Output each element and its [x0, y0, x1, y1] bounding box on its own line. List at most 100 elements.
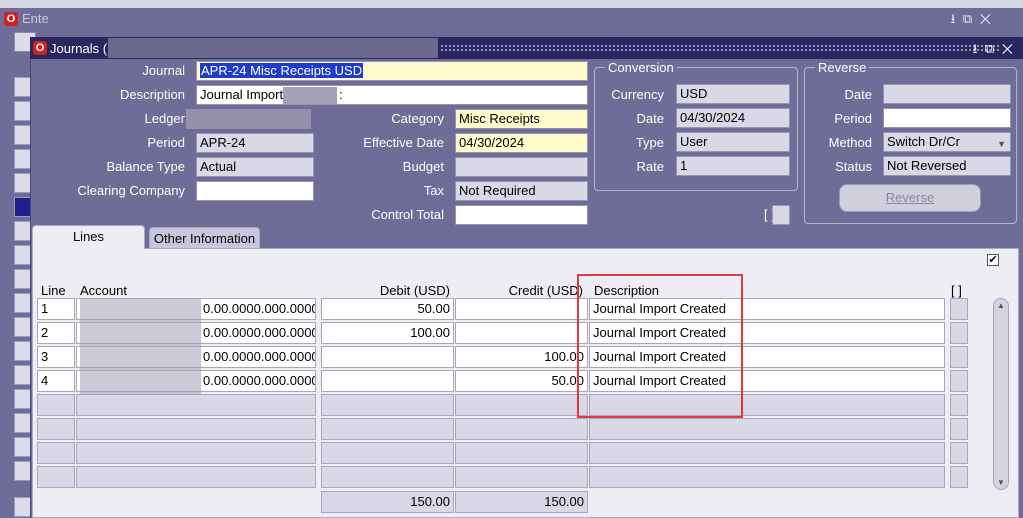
cell-flex[interactable] — [950, 394, 968, 416]
scroll-up-icon[interactable]: ▲ — [997, 301, 1005, 310]
effective-date-field[interactable]: 04/30/2024 — [455, 133, 588, 153]
window-controls[interactable]: ⭳ ⧉ ✕ — [973, 40, 1015, 62]
rail-tab[interactable] — [14, 437, 30, 457]
reverse-period-field[interactable] — [883, 108, 1011, 128]
outer-window-controls[interactable]: ⭳ ⧉ ✕ — [951, 10, 993, 32]
cell-debit[interactable] — [321, 346, 454, 368]
cell-flex[interactable] — [950, 370, 968, 392]
rail-tab[interactable] — [14, 497, 30, 517]
balance-type-field[interactable]: Actual — [196, 157, 314, 177]
conversion-title: Conversion — [605, 60, 677, 75]
budget-field[interactable] — [455, 157, 588, 177]
cell-flex[interactable] — [950, 346, 968, 368]
rate-field[interactable]: 1 — [676, 156, 790, 176]
cell-line[interactable]: 4 — [37, 370, 75, 392]
lines-checkbox[interactable]: ✔ — [987, 254, 999, 266]
cell-flex[interactable] — [950, 298, 968, 320]
rail-tab[interactable] — [14, 101, 30, 121]
rail-tab[interactable] — [14, 317, 30, 337]
tab-join — [33, 246, 144, 250]
conversion-date-field[interactable]: 04/30/2024 — [676, 108, 790, 128]
rail-tab[interactable] — [14, 413, 30, 433]
cell-credit[interactable] — [455, 298, 588, 320]
cell-description[interactable] — [589, 466, 945, 488]
budget-label: Budget — [402, 159, 444, 174]
cell-flex[interactable] — [950, 322, 968, 344]
cell-line[interactable] — [37, 418, 75, 440]
rail-tab[interactable] — [14, 293, 30, 313]
rail-tab-active[interactable] — [14, 197, 30, 217]
reverse-period-label: Period — [834, 111, 872, 126]
cell-line[interactable] — [37, 394, 75, 416]
status-field[interactable]: Not Reversed — [883, 156, 1011, 176]
cell-credit[interactable] — [455, 466, 588, 488]
cell-credit[interactable] — [455, 418, 588, 440]
cell-flex[interactable] — [950, 442, 968, 464]
cell-account[interactable] — [76, 394, 316, 416]
cell-credit[interactable] — [455, 322, 588, 344]
clearing-company-field[interactable] — [196, 181, 314, 201]
cell-credit[interactable] — [455, 394, 588, 416]
conversion-date-label: Date — [636, 111, 664, 126]
column-header-flex: [ ] — [951, 283, 962, 298]
description-field[interactable]: Journal Import : — [196, 85, 588, 105]
rate-label: Rate — [636, 159, 664, 174]
cell-line[interactable]: 1 — [37, 298, 75, 320]
rail-tab[interactable] — [14, 77, 30, 97]
cell-debit[interactable] — [321, 370, 454, 392]
journal-label: Journal — [142, 63, 185, 78]
rail-tab[interactable] — [14, 269, 30, 289]
lines-scrollbar[interactable]: ▲ ▼ — [993, 298, 1009, 490]
rail-tab[interactable] — [14, 389, 30, 409]
cell-line[interactable] — [37, 442, 75, 464]
cell-credit[interactable]: 100.00 — [455, 346, 588, 368]
cell-debit[interactable] — [321, 394, 454, 416]
reverse-date-field[interactable] — [883, 84, 1011, 104]
period-field[interactable]: APR-24 — [196, 133, 314, 153]
rail-tab[interactable] — [14, 365, 30, 385]
scroll-down-icon[interactable]: ▼ — [997, 478, 1005, 487]
cell-credit[interactable] — [455, 442, 588, 464]
description-label: Description — [119, 87, 185, 102]
redacted-area — [283, 87, 337, 104]
cell-flex[interactable] — [950, 466, 968, 488]
currency-field[interactable]: USD — [676, 84, 790, 104]
cell-flex[interactable] — [950, 418, 968, 440]
cell-debit[interactable] — [321, 418, 454, 440]
cell-line[interactable]: 2 — [37, 322, 75, 344]
control-total-field[interactable] — [455, 205, 588, 225]
rail-tab[interactable] — [14, 461, 30, 481]
cell-credit[interactable]: 50.00 — [455, 370, 588, 392]
rail-tab[interactable] — [14, 245, 30, 265]
cell-account[interactable] — [76, 418, 316, 440]
cell-line[interactable] — [37, 466, 75, 488]
cell-debit[interactable] — [321, 466, 454, 488]
cell-description[interactable] — [589, 418, 945, 440]
control-total-label: Control Total — [371, 207, 444, 222]
type-field[interactable]: User — [676, 132, 790, 152]
cell-account[interactable] — [76, 442, 316, 464]
ledger-field-redacted[interactable] — [186, 109, 311, 129]
reverse-button[interactable]: Reverse — [839, 184, 981, 212]
rail-tab[interactable] — [14, 173, 30, 193]
cell-debit[interactable]: 100.00 — [321, 322, 454, 344]
outer-window-title: Ente — [22, 11, 49, 26]
category-field[interactable]: Misc Receipts — [455, 109, 588, 129]
descriptive-flex-field[interactable] — [772, 205, 790, 225]
cell-debit[interactable]: 50.00 — [321, 298, 454, 320]
tab-other-information[interactable]: Other Information — [149, 227, 260, 249]
tax-field[interactable]: Not Required — [455, 181, 588, 201]
rail-tab[interactable] — [14, 221, 30, 241]
rail-tab[interactable] — [14, 149, 30, 169]
cell-description[interactable] — [589, 442, 945, 464]
cell-account[interactable] — [76, 466, 316, 488]
method-select[interactable]: Switch Dr/Cr ▼ — [883, 132, 1011, 152]
chevron-down-icon[interactable]: ▼ — [997, 136, 1006, 151]
cell-line[interactable]: 3 — [37, 346, 75, 368]
journal-field[interactable]: APR-24 Misc Receipts USD — [196, 61, 588, 81]
cell-debit[interactable] — [321, 442, 454, 464]
rail-tab[interactable] — [14, 341, 30, 361]
rail-tab[interactable] — [14, 125, 30, 145]
period-label: Period — [147, 135, 185, 150]
column-header-line: Line — [41, 283, 66, 298]
